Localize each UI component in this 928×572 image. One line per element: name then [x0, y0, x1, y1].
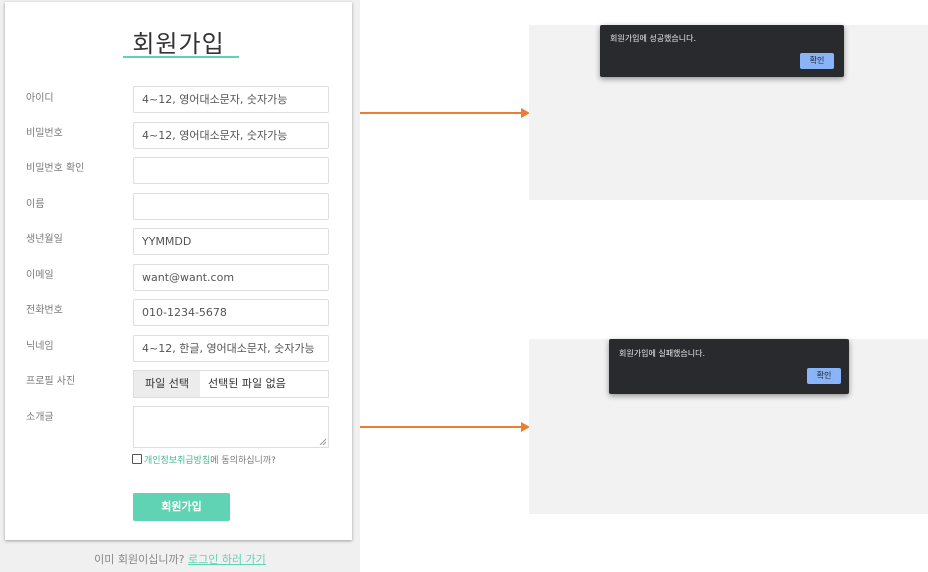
nickname-input[interactable]	[133, 335, 329, 362]
birthdate-input[interactable]	[133, 228, 329, 255]
login-prompt: 이미 회원이십니까? 로그인 하러 가기	[0, 551, 360, 567]
signup-submit-button[interactable]: 회원가입	[133, 493, 230, 521]
privacy-agreement: 개인정보취급방침에 동의하십니까?	[132, 453, 276, 466]
password-confirm-label: 비밀번호 확인	[26, 163, 85, 174]
arrow-to-failure	[360, 426, 523, 428]
arrow-to-success	[360, 112, 523, 114]
intro-textarea[interactable]	[133, 406, 329, 448]
password-label: 비밀번호	[26, 128, 63, 139]
resize-grip-icon[interactable]	[319, 438, 326, 445]
id-label: 아이디	[26, 93, 54, 104]
success-alert-dialog: 회원가입에 성공했습니다. 확인	[600, 25, 844, 77]
title-underline	[123, 56, 239, 58]
failure-alert-dialog: 회원가입에 실패했습니다. 확인	[609, 339, 849, 394]
id-input[interactable]	[133, 86, 329, 113]
privacy-agree-checkbox[interactable]	[132, 454, 142, 464]
choose-file-button[interactable]: 파일 선택	[134, 371, 200, 397]
intro-label: 소개글	[26, 412, 54, 423]
success-result-panel: 회원가입에 성공했습니다. 확인	[529, 25, 928, 200]
login-prompt-text: 이미 회원이십니까?	[94, 553, 188, 566]
success-confirm-button[interactable]: 확인	[800, 53, 834, 69]
password-confirm-input[interactable]	[133, 157, 329, 184]
agree-question-text: 에 동의하십니까?	[210, 456, 276, 466]
privacy-policy-link[interactable]: 개인정보취급방침	[144, 456, 210, 466]
failure-confirm-button[interactable]: 확인	[807, 368, 841, 384]
go-to-login-link[interactable]: 로그인 하러 가기	[188, 553, 266, 566]
email-label: 이메일	[26, 270, 54, 281]
file-status-text: 선택된 파일 없음	[208, 377, 286, 390]
password-input[interactable]	[133, 122, 329, 149]
profile-photo-label: 프로필 사진	[26, 376, 76, 387]
page-title: 회원가입	[132, 30, 225, 58]
failure-message: 회원가입에 실패했습니다.	[619, 349, 706, 358]
profile-photo-file-input[interactable]: 파일 선택 선택된 파일 없음	[133, 370, 329, 398]
email-input[interactable]	[133, 264, 329, 291]
nickname-label: 닉네임	[26, 341, 54, 352]
name-input[interactable]	[133, 193, 329, 220]
name-label: 이름	[26, 199, 45, 210]
success-message: 회원가입에 성공했습니다.	[610, 34, 697, 43]
phone-input[interactable]	[133, 299, 329, 326]
failure-result-panel: 회원가입에 실패했습니다. 확인	[529, 339, 928, 514]
birthdate-label: 생년월일	[26, 234, 63, 245]
phone-label: 전화번호	[26, 305, 63, 316]
signup-form-card: 회원가입 아이디 비밀번호 비밀번호 확인 이름 생년월일 이메일 전화번호 닉…	[5, 2, 352, 540]
